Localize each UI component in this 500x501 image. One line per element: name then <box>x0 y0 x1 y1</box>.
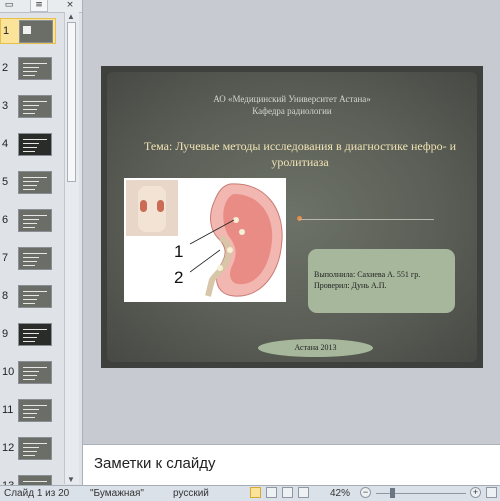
slide-thumbnail-image <box>18 209 52 232</box>
slide-thumbnail-image <box>18 247 52 270</box>
slide-thumbnail-6[interactable]: 6 <box>0 208 64 234</box>
slideshow-button[interactable] <box>298 487 309 498</box>
reading-view-button[interactable] <box>282 487 293 498</box>
slide-thumbnail-image <box>18 57 52 80</box>
slide-thumbnail-image <box>18 361 52 384</box>
reviewer-name: Проверил: Дунь А.П. <box>314 281 387 290</box>
author-box[interactable]: Выполнила: Сахиева А. 551 гр. Проверил: … <box>308 249 455 313</box>
slide-thumbnail-11[interactable]: 11 <box>0 398 64 424</box>
zoom-in-icon[interactable]: + <box>470 487 481 498</box>
kidney-cross-section-image <box>190 183 283 297</box>
department-name[interactable]: Кафедра радиологии <box>101 106 483 116</box>
callout-label-1: 1 <box>174 242 184 261</box>
decorative-line <box>299 219 434 220</box>
slide-number: 11 <box>2 404 14 416</box>
slide-thumbnail-image <box>18 95 52 118</box>
thumbnail-scrollbar[interactable]: ▲ ▼ <box>64 12 79 484</box>
slide-thumbnail-5[interactable]: 5 <box>0 170 64 196</box>
close-pane-icon[interactable]: × <box>64 0 76 11</box>
slides-tab-icon[interactable]: ▭ <box>2 0 16 11</box>
zoom-out-icon[interactable]: − <box>360 487 371 498</box>
slide-thumbnail-9[interactable]: 9 <box>0 322 64 348</box>
slide-editor: АО «Медицинский Университет Астана» Кафе… <box>83 0 500 443</box>
slide-number: 10 <box>2 366 15 378</box>
slide-number: 5 <box>2 176 9 188</box>
slide-canvas[interactable]: АО «Медицинский Университет Астана» Кафе… <box>101 66 483 368</box>
university-name[interactable]: АО «Медицинский Университет Астана» <box>101 94 483 104</box>
slide-number: 8 <box>2 290 9 302</box>
notes-placeholder[interactable]: Заметки к слайду <box>94 455 216 472</box>
notes-pane[interactable]: Заметки к слайду <box>83 444 500 485</box>
slide-thumbnail-image <box>18 171 52 194</box>
body-anatomy-image <box>126 180 178 236</box>
slide-number: 12 <box>2 442 15 454</box>
slide-number: 4 <box>2 138 9 150</box>
slide-counter: Слайд 1 из 20 <box>4 488 70 499</box>
slide-thumbnail-1[interactable]: 1 <box>0 18 56 44</box>
slide-thumbnail-12[interactable]: 12 <box>0 436 64 462</box>
slide-number: 7 <box>2 252 9 264</box>
author-name: Выполнила: Сахиева А. 551 гр. <box>314 270 421 279</box>
scrollbar-thumb[interactable] <box>67 22 76 182</box>
slide-thumbnail-image <box>18 437 52 460</box>
slide-thumbnail-4[interactable]: 4 <box>0 132 64 158</box>
callout-label-2: 2 <box>174 268 184 287</box>
slide-number: 6 <box>2 214 9 226</box>
slide-thumbnail-image <box>18 285 52 308</box>
slides-pane: ▭ ≡ × 12345678910111213 ▲ ▼ <box>0 0 83 498</box>
theme-name[interactable]: "Бумажная" <box>90 488 144 499</box>
slide-number: 3 <box>2 100 9 112</box>
slide-thumbnail-2[interactable]: 2 <box>0 56 64 82</box>
slide-number: 2 <box>2 62 9 74</box>
kidney-illustration[interactable]: 1 2 <box>124 178 286 302</box>
city-year-label[interactable]: Астана 2013 <box>258 339 373 357</box>
zoom-slider-thumb[interactable] <box>390 488 395 498</box>
slide-thumbnail-image <box>18 133 52 156</box>
slide-thumbnail-7[interactable]: 7 <box>0 246 64 272</box>
slide-number: 1 <box>3 25 10 37</box>
fit-to-window-icon[interactable] <box>486 487 497 498</box>
zoom-level[interactable]: 42% <box>330 488 350 499</box>
slide-sorter-view-button[interactable] <box>266 487 277 498</box>
scroll-down-icon[interactable]: ▼ <box>67 475 75 484</box>
language-indicator[interactable]: русский <box>173 488 209 499</box>
outline-tab-icon[interactable]: ≡ <box>30 0 48 12</box>
slide-thumbnail-image <box>18 399 52 422</box>
slide-thumbnail-3[interactable]: 3 <box>0 94 64 120</box>
slide-title[interactable]: Тема: Лучевые методы исследования в диаг… <box>131 138 469 170</box>
normal-view-button[interactable] <box>250 487 261 498</box>
slide-thumbnail-8[interactable]: 8 <box>0 284 64 310</box>
slide-thumbnail-image <box>18 323 52 346</box>
slide-thumbnail-image <box>19 20 53 43</box>
slide-number: 9 <box>2 328 9 340</box>
status-bar: Слайд 1 из 20 "Бумажная" русский 42% − + <box>0 485 500 501</box>
scroll-up-icon[interactable]: ▲ <box>67 12 75 21</box>
slide-thumbnail-10[interactable]: 10 <box>0 360 64 386</box>
